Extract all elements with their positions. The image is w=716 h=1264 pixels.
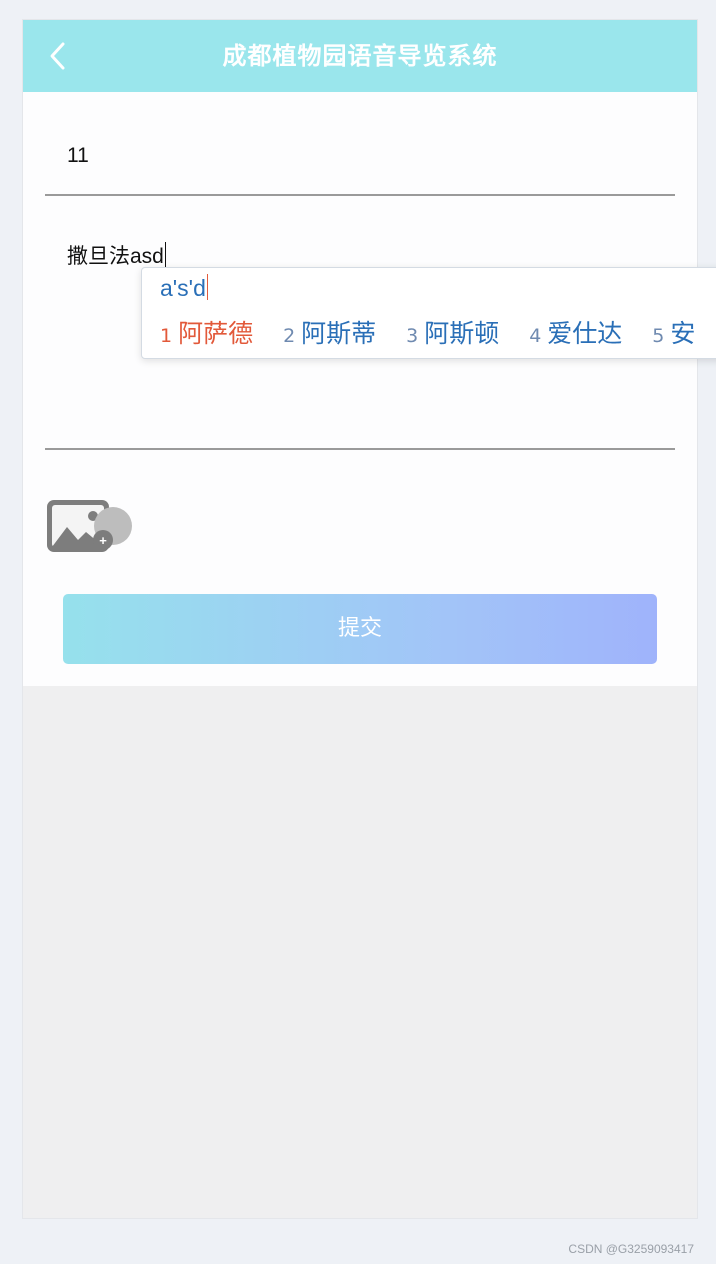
feedback-form: 11 撒旦法asd + 提交 <box>23 92 697 686</box>
ime-candidate[interactable]: 4 爱仕达 <box>529 314 622 350</box>
ime-candidate-text: 阿斯顿 <box>424 319 500 348</box>
content-field-value: 撒旦法asd <box>67 245 164 268</box>
image-upload-icon[interactable]: + <box>45 496 137 558</box>
ime-candidate-list: 1 阿萨德 2 阿斯蒂 3 阿斯顿 4 爱仕达 5安 <box>160 314 716 350</box>
ime-candidate-text: 爱仕达 <box>547 319 623 348</box>
ime-candidate-text: 安 <box>670 319 696 348</box>
content-field-text: 撒旦法asd <box>67 240 166 270</box>
ime-candidate-number: 1 <box>160 325 173 347</box>
page-title: 成都植物园语音导览系统 <box>222 42 498 70</box>
title-field-value: 11 <box>67 144 89 167</box>
ime-candidate[interactable]: 1 阿萨德 <box>160 314 253 350</box>
ime-candidate-number: 4 <box>529 325 542 347</box>
ime-candidate-number: 5 <box>652 325 665 347</box>
svg-text:+: + <box>99 533 107 548</box>
ime-composition-line: a's'd <box>160 274 208 302</box>
submit-button[interactable]: 提交 <box>63 594 657 664</box>
title-field[interactable]: 11 <box>45 120 675 196</box>
nav-bar: 成都植物园语音导览系统 <box>23 20 697 92</box>
ime-caret <box>206 274 208 300</box>
watermark: CSDN @G3259093417 <box>568 1242 694 1256</box>
ime-candidate[interactable]: 5安 <box>652 314 695 350</box>
ime-candidate-text: 阿斯蒂 <box>301 319 377 348</box>
ime-candidate-number: 3 <box>406 325 419 347</box>
ime-candidate[interactable]: 2 阿斯蒂 <box>283 314 376 350</box>
text-caret <box>164 242 166 268</box>
ime-candidate[interactable]: 3 阿斯顿 <box>406 314 499 350</box>
ime-composition-text: a's'd <box>160 275 206 301</box>
ime-candidate-popup: a's'd 1 阿萨德 2 阿斯蒂 3 阿斯顿 4 爱仕达 5安 <box>141 267 716 359</box>
ime-candidate-number: 2 <box>283 325 296 347</box>
ime-candidate-text: 阿萨德 <box>178 319 254 348</box>
app-window: 成都植物园语音导览系统 11 撒旦法asd + 提交 <box>23 20 697 1218</box>
